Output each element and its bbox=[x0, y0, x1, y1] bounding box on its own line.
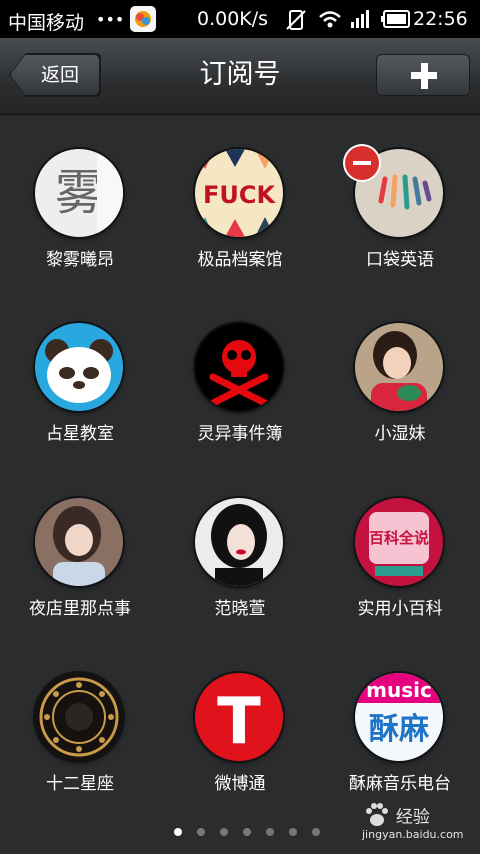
account-name: 口袋英语 bbox=[366, 250, 434, 270]
account-name: 十二星座 bbox=[46, 774, 114, 794]
avatar bbox=[35, 498, 123, 586]
svg-text:T: T bbox=[217, 685, 261, 759]
avatar: 雾 bbox=[35, 149, 123, 237]
account-tile[interactable]: 百科全说 实用小百科 bbox=[320, 498, 480, 648]
top-bar: 返回 订阅号 bbox=[0, 38, 480, 115]
avatar bbox=[195, 323, 283, 411]
account-name: 酥麻音乐电台 bbox=[349, 774, 451, 794]
account-name: 夜店里那点事 bbox=[29, 599, 131, 619]
svg-text:百科全说: 百科全说 bbox=[369, 529, 429, 547]
page-dot[interactable] bbox=[174, 828, 182, 836]
net-speed: 0.00K/s bbox=[197, 8, 269, 30]
account-tile[interactable]: 十二星座 bbox=[0, 673, 160, 823]
account-tile[interactable]: 雾 黎雾曦昂 bbox=[0, 149, 160, 299]
vibrate-off-icon bbox=[285, 9, 307, 36]
page-dot[interactable] bbox=[266, 828, 274, 836]
account-name: 小湿妹 bbox=[374, 424, 426, 444]
watermark-site: jingyan.baidu.com bbox=[362, 828, 464, 841]
account-tile[interactable]: T 微博通 bbox=[160, 673, 320, 823]
watermark-brand: 经验 bbox=[395, 807, 430, 828]
app-icon bbox=[130, 6, 156, 32]
back-button[interactable]: 返回 bbox=[10, 54, 100, 96]
page-title: 订阅号 bbox=[199, 59, 281, 90]
svg-text:music: music bbox=[366, 678, 432, 702]
svg-text:酥麻: 酥麻 bbox=[369, 712, 430, 747]
avatar: 百科全说 bbox=[355, 498, 443, 586]
account-name: 范晓萱 bbox=[214, 599, 266, 619]
account-tile[interactable]: 口袋英语 bbox=[320, 149, 480, 299]
avatar bbox=[35, 323, 123, 411]
avatar bbox=[35, 673, 123, 761]
carrier-label: 中国移动 bbox=[8, 12, 85, 34]
clock: 22:56 bbox=[413, 8, 468, 30]
svg-text:FUCK: FUCK bbox=[203, 181, 276, 209]
watermark: 经验 jingyan.baidu.com bbox=[362, 800, 464, 841]
remove-subscription-button[interactable] bbox=[345, 146, 379, 180]
avatar bbox=[195, 498, 283, 586]
account-name: 极品档案馆 bbox=[197, 250, 283, 270]
account-name: 微博通 bbox=[214, 774, 266, 794]
account-name: 黎雾曦昂 bbox=[46, 250, 114, 270]
account-name: 灵异事件簿 bbox=[197, 424, 283, 444]
avatar: T bbox=[195, 673, 283, 761]
paw-icon bbox=[366, 803, 388, 826]
page-dot[interactable] bbox=[197, 828, 205, 836]
add-subscription-button[interactable] bbox=[376, 54, 470, 96]
page-dot[interactable] bbox=[243, 828, 251, 836]
notification-dots-icon: ••• bbox=[96, 10, 125, 29]
avatar: FUCK bbox=[195, 149, 283, 237]
account-tile[interactable]: 夜店里那点事 bbox=[0, 498, 160, 648]
page-dot[interactable] bbox=[289, 828, 297, 836]
page-dot[interactable] bbox=[312, 828, 320, 836]
signal-icon bbox=[350, 10, 372, 33]
avatar bbox=[355, 323, 443, 411]
status-bar: 中国移动 ••• 0.00K/s 22:56 bbox=[0, 0, 480, 38]
svg-text:雾: 雾 bbox=[55, 165, 103, 221]
battery-icon bbox=[381, 10, 411, 33]
account-tile[interactable]: 范晓萱 bbox=[160, 498, 320, 648]
account-name: 占星教室 bbox=[46, 424, 114, 444]
page-dot[interactable] bbox=[220, 828, 228, 836]
account-tile[interactable]: 灵异事件簿 bbox=[160, 323, 320, 473]
avatar: music 酥麻 bbox=[355, 673, 443, 761]
account-tile[interactable]: 小湿妹 bbox=[320, 323, 480, 473]
account-tile[interactable]: 占星教室 bbox=[0, 323, 160, 473]
wifi-icon bbox=[318, 9, 342, 34]
account-tile[interactable]: FUCK 极品档案馆 bbox=[160, 149, 320, 299]
account-name: 实用小百科 bbox=[357, 599, 443, 619]
